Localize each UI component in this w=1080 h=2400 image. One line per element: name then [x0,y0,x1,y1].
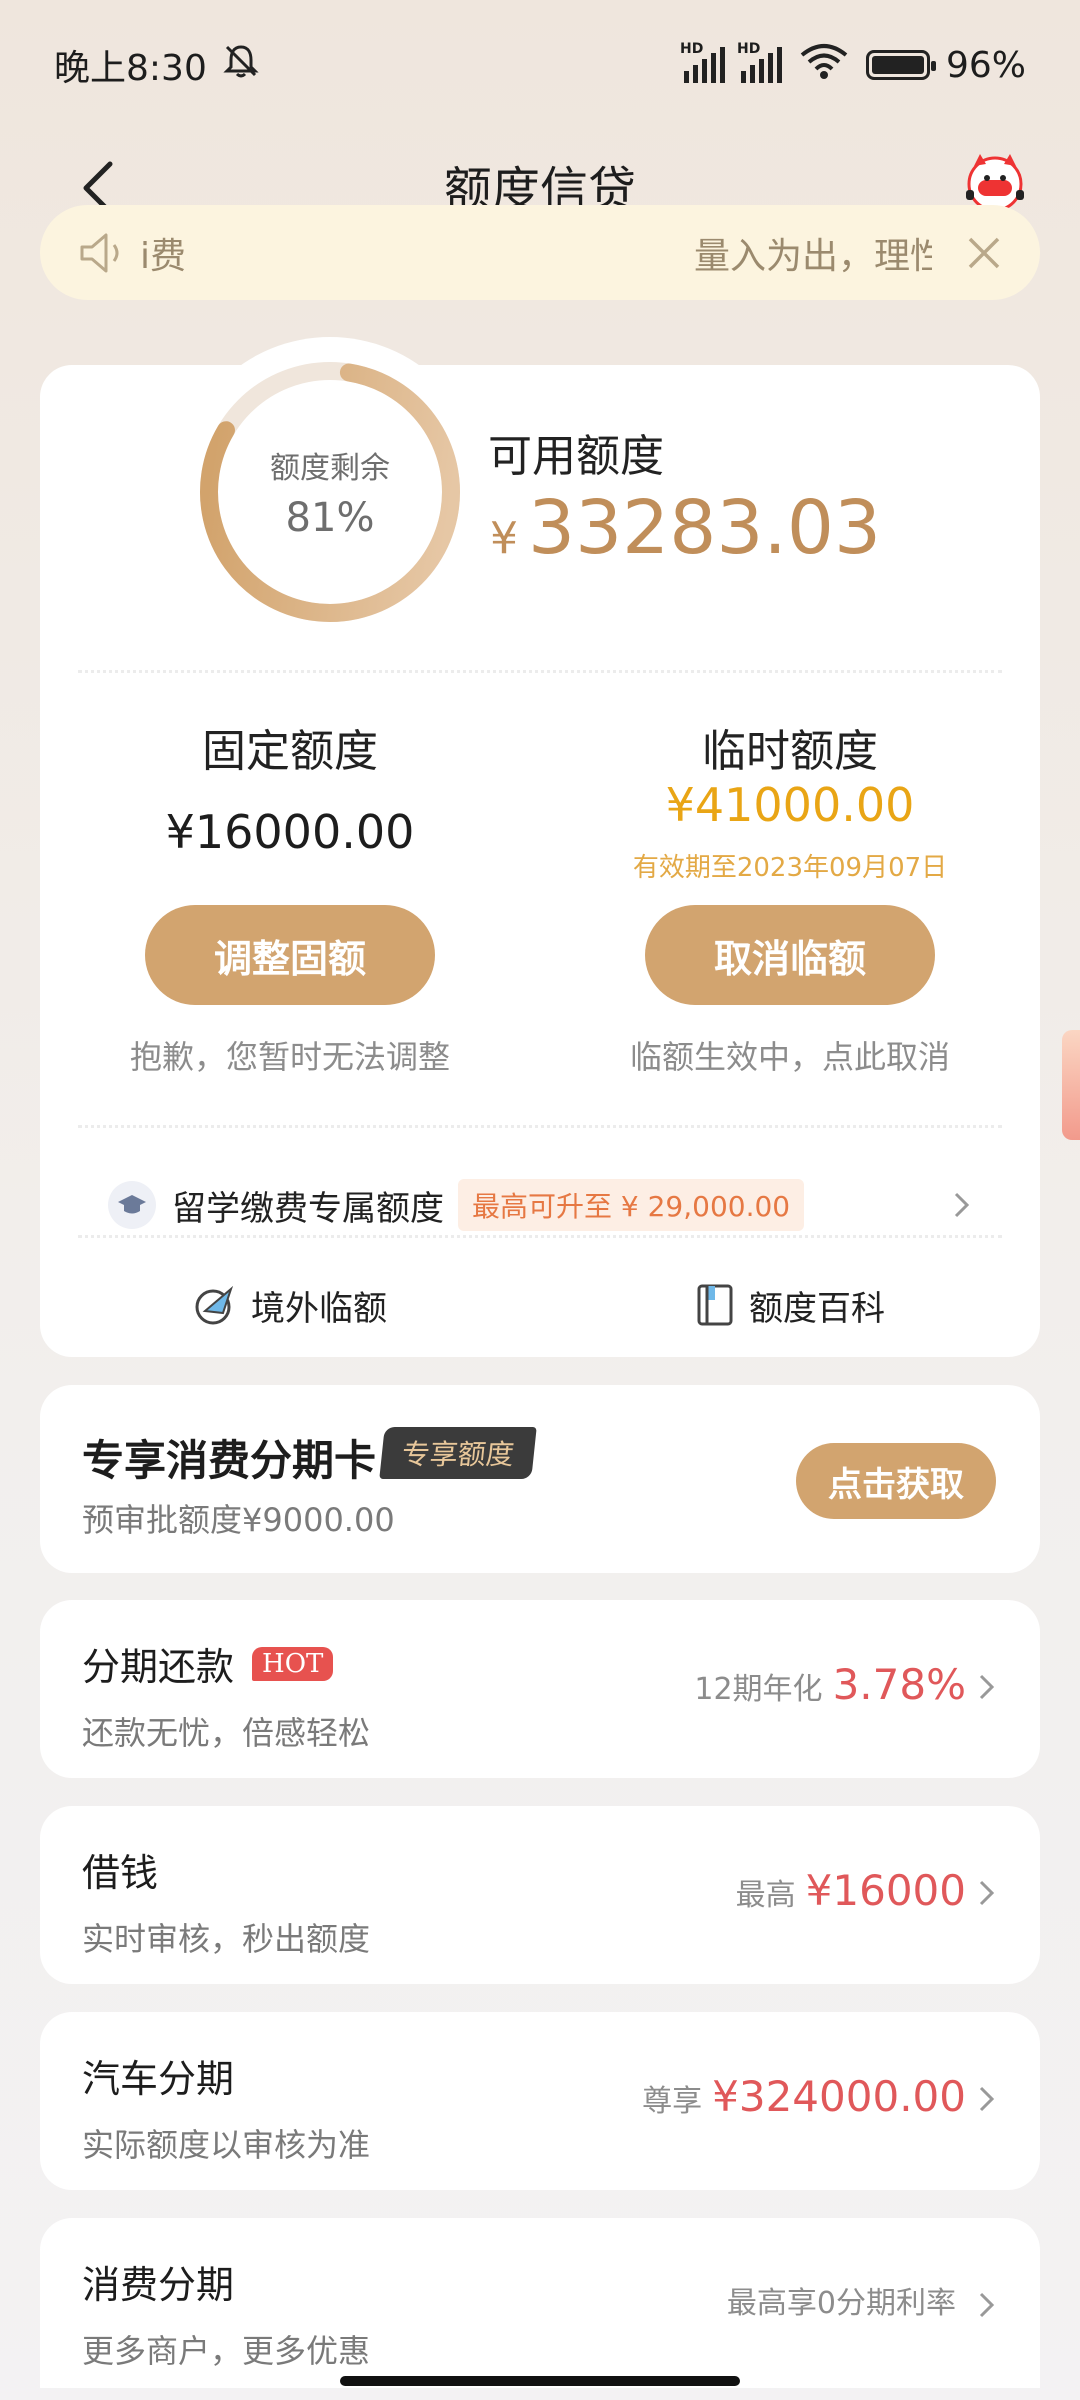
chevron-right-icon [979,1674,995,1700]
temporary-quota-note[interactable]: 临额生效中，点此取消 [560,1032,1020,1078]
hot-badge: HOT [252,1646,334,1681]
notice-text-right: 量入为出，理性 [694,235,932,277]
overseas-quota-label: 境外临额 [251,1288,387,1329]
product-subtitle: 更多商户，更多优惠 [82,2332,371,2370]
ring-label: 额度剩余 [270,451,390,486]
wifi-icon [798,41,850,90]
signal-icon: HD [680,41,725,83]
product-title: 借钱 [82,1851,159,1895]
status-time: 晚上8:30 [54,48,207,89]
study-abroad-label: 留学缴费专属额度 [172,1188,444,1229]
side-floating-tab[interactable] [1062,1030,1080,1140]
special-card-title: 专享消费分期卡 [82,1436,377,1485]
fixed-quota-amount: ¥16000.00 [165,805,415,859]
product-prefix: 最高 [735,1878,796,1913]
book-icon [697,1284,733,1326]
product-row-installment-repay[interactable]: 分期还款 HOT 还款无忧，倍感轻松 12期年化 3.78% [40,1600,1040,1778]
hd-label: HD [679,41,704,57]
quota-links: 境外临额 额度百科 [40,1265,1040,1345]
special-installment-card[interactable]: 专享消费分期卡 专享额度 预审批额度¥9000.00 点击获取 [40,1385,1040,1573]
fixed-quota-title: 固定额度 [202,726,378,777]
special-card-subtitle: 预审批额度¥9000.00 [82,1501,395,1539]
product-value: ¥16000 [805,1866,966,1915]
notice-text-left: i费 [140,235,187,277]
cancel-temporary-button[interactable]: 取消临额 [645,905,935,1005]
study-abroad-tag: 最高可升至 ¥ 29,000.00 [458,1179,805,1231]
battery-percent: 96% [945,44,1026,86]
graduation-cap-icon [108,1181,156,1229]
chevron-right-icon [979,2086,995,2112]
chevron-right-icon [979,2292,995,2318]
available-amount-value: 33283.03 [528,485,882,571]
hd-label-2: HD [736,41,761,57]
product-value: ¥324000.00 [712,2072,966,2121]
home-indicator[interactable] [340,2376,740,2386]
divider [78,670,1002,673]
product-prefix: 尊享 [642,2084,703,2119]
product-prefix: 最高享0分期利率 [726,2286,956,2321]
globe-plane-icon [195,1285,234,1325]
close-icon[interactable] [966,235,1002,271]
chevron-right-icon [954,1192,970,1218]
battery-icon [865,50,936,80]
study-abroad-quota-row[interactable]: 留学缴费专属额度 最高可升至 ¥ 29,000.00 [40,1155,1040,1255]
speaker-icon [80,233,119,272]
temporary-quota-title: 临时额度 [702,726,878,777]
currency-symbol: ¥ [490,513,518,564]
product-subtitle: 实时审核，秒出额度 [82,1920,371,1958]
quota-ring: 额度剩余 81% [158,337,502,652]
product-prefix: 12期年化 [694,1672,823,1707]
status-bar: 晚上8:30 HD HD 96% [0,0,1080,130]
chevron-right-icon [979,1880,995,1906]
product-row-borrow[interactable]: 借钱 实时审核，秒出额度 最高 ¥16000 [40,1806,1040,1984]
mute-bell-icon [221,41,261,90]
product-subtitle: 实际额度以审核为准 [82,2126,371,2164]
product-title: 汽车分期 [82,2057,235,2101]
temporary-quota-valid: 有效期至2023年09月07日 [632,853,948,883]
product-subtitle: 还款无忧，倍感轻松 [82,1714,371,1752]
available-amount: ¥ 33283.03 [490,485,881,571]
special-card-badge: 专享额度 [379,1427,537,1479]
product-row-car-installment[interactable]: 汽车分期 实际额度以审核为准 尊享 ¥324000.00 [40,2012,1040,2190]
overseas-quota-link[interactable]: 境外临额 [40,1265,540,1345]
product-row-consumer-installment[interactable]: 消费分期 更多商户，更多优惠 最高享0分期利率 [40,2218,1040,2388]
fixed-quota-note: 抱歉，您暂时无法调整 [129,1038,450,1076]
divider [78,1235,1002,1238]
adjust-fixed-button[interactable]: 调整固额 [145,905,435,1005]
get-card-button[interactable]: 点击获取 [796,1443,996,1519]
available-label: 可用额度 [488,431,664,482]
quota-card: 额度剩余 81% 可用额度 ¥ 33283.03 固定额度 ¥16000.00 … [40,337,1040,1357]
quota-encyclopedia-label: 额度百科 [749,1288,885,1329]
product-title: 分期还款 [82,1645,235,1689]
signal-icon-2: HD [737,41,782,83]
temporary-quota-amount: ¥41000.00 [665,778,915,832]
divider [78,1125,1002,1128]
quota-encyclopedia-link[interactable]: 额度百科 [540,1265,1040,1345]
product-value: 3.78% [832,1660,966,1709]
product-title: 消费分期 [82,2263,235,2307]
notice-bar[interactable]: i费 量入为出，理性 [40,205,1040,300]
ring-percent: 81% [285,495,375,541]
